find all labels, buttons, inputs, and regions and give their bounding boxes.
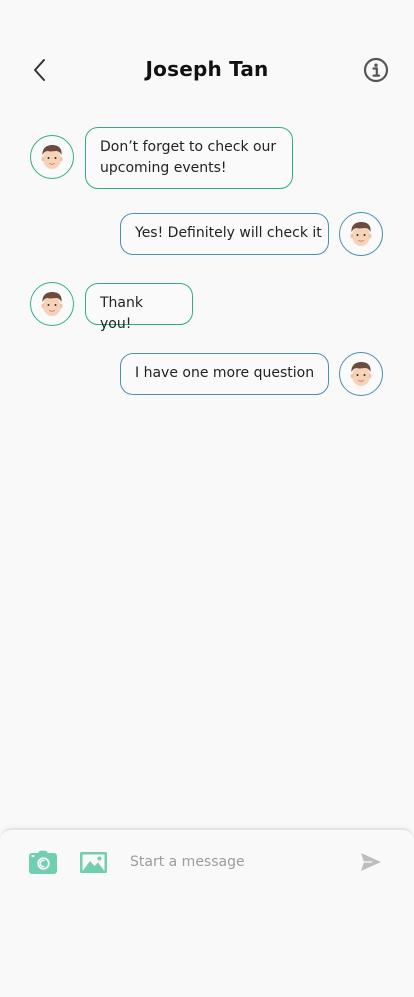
chat-header: Joseph Tan [0,0,414,140]
info-icon [363,57,389,83]
image-button[interactable] [80,850,107,874]
message-incoming: Thank you! [30,282,193,332]
message-composer [0,828,414,890]
avatar-face-icon [41,145,63,169]
avatar[interactable] [339,212,383,256]
message-outgoing: I have one more question [120,352,383,396]
avatar[interactable] [339,352,383,396]
message-bubble: Yes! Definitely will check it [120,213,329,255]
message-bubble: Don’t forget to check our upcoming event… [85,127,293,189]
image-icon [80,852,107,873]
avatar[interactable] [30,135,74,179]
camera-button[interactable] [29,850,57,874]
message-outgoing: Yes! Definitely will check it [120,212,383,256]
page-title: Joseph Tan [145,57,269,81]
camera-icon [29,850,57,874]
avatar-face-icon [350,222,372,246]
message-input[interactable] [130,850,340,874]
message-incoming: Don’t forget to check our upcoming event… [30,127,293,189]
send-icon [361,853,381,871]
avatar-face-icon [41,292,63,316]
message-bubble: I have one more question [120,353,329,395]
info-button[interactable] [363,57,389,83]
send-button[interactable] [360,852,382,874]
avatar[interactable] [30,282,74,326]
message-bubble: Thank you! [85,283,193,332]
avatar-face-icon [350,362,372,386]
